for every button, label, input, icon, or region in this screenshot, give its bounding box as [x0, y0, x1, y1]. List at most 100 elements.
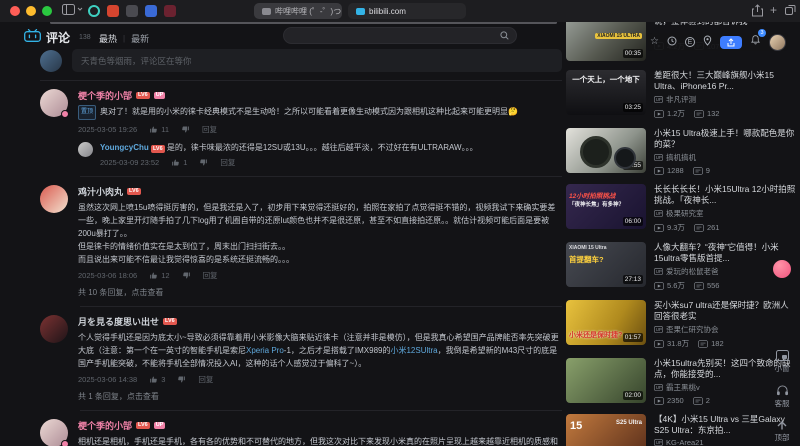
video-thumbnail[interactable]: 00:55 — [566, 128, 646, 173]
like-button[interactable]: 12 — [149, 271, 170, 280]
e-badge-icon[interactable]: E — [684, 37, 695, 47]
avatar[interactable] — [40, 89, 69, 118]
reply-button[interactable]: 回复 — [198, 374, 213, 385]
dislike-button[interactable] — [181, 125, 190, 134]
uploader-icon: UP — [654, 96, 663, 103]
thumbnail-caption: 小米还是保时捷? — [569, 332, 623, 339]
extension-icon-4[interactable] — [145, 5, 157, 17]
browser-tab-inactive[interactable]: 哔哩哔哩 (゜-゜)つロ... — [254, 3, 342, 19]
video-title[interactable]: 说，整体验到的都告诉我 — [654, 22, 796, 27]
video-uploader[interactable]: UP 极果研究室 — [654, 208, 796, 219]
back-to-top-button[interactable]: 顶部 — [775, 420, 790, 443]
uploader-icon: UP — [654, 384, 663, 391]
video-duration: 27:13 — [622, 275, 643, 284]
avatar[interactable] — [78, 142, 93, 157]
notification-bell-icon[interactable]: 3 — [750, 29, 766, 51]
like-button[interactable]: 3 — [149, 375, 165, 384]
search-icon[interactable] — [500, 27, 509, 45]
my-avatar[interactable] — [40, 49, 62, 72]
reply-button[interactable]: 回复 — [202, 124, 217, 135]
mini-player-button[interactable]: 小窗 — [775, 350, 790, 374]
browser-tab-active[interactable]: bilibili.com — [348, 3, 466, 19]
video-thumbnail[interactable]: 首提翻车? XIAOMI 15 Ultra 27:13 — [566, 242, 646, 287]
video-thumbnail[interactable]: 15 S25 Ultra 07:39 — [566, 414, 646, 446]
video-thumbnail[interactable]: 02:00 — [566, 358, 646, 403]
view-more-replies[interactable]: 共 1 条回复，点击查看 — [78, 391, 562, 402]
video-card[interactable]: 首提翻车? XIAOMI 15 Ultra 27:13 人像大翻车？“夜神”它值… — [566, 242, 796, 291]
video-thumbnail[interactable]: 一个天上，一个地下 03:25 — [566, 70, 646, 115]
close-window-button[interactable] — [10, 6, 20, 16]
search-input[interactable] — [283, 27, 517, 44]
reply-button[interactable]: 回复 — [203, 270, 218, 281]
inline-link[interactable]: 小米12SUltra — [390, 346, 437, 355]
vip-badge-icon — [61, 440, 69, 446]
comment-username[interactable]: 鸡汁小肉丸 LV6 — [78, 185, 562, 198]
share-icon[interactable] — [752, 4, 763, 17]
location-pin-icon[interactable] — [703, 35, 712, 49]
reply-username[interactable]: YoungcyChu — [100, 143, 149, 152]
video-card[interactable]: 15 S25 Ultra 07:39 【4K】小米15 Ultra vs 三星G… — [566, 414, 796, 446]
play-count-icon — [654, 339, 664, 348]
like-button[interactable]: 1 — [171, 158, 187, 167]
user-avatar[interactable] — [768, 33, 786, 51]
chevron-down-icon[interactable] — [77, 7, 83, 12]
sidebar-toggle-icon[interactable] — [62, 4, 75, 15]
like-button[interactable]: 11 — [149, 125, 169, 134]
customer-service-button[interactable]: 客服 — [775, 385, 790, 409]
tabs-overview-icon[interactable] — [785, 4, 796, 15]
extension-icon-2[interactable] — [107, 5, 119, 17]
video-title[interactable]: 人像大翻车？“夜神”它值得！小米15ultra零售版首提... — [654, 242, 796, 263]
share-button[interactable] — [719, 35, 742, 49]
danmaku-icon — [698, 339, 709, 348]
video-thumbnail[interactable]: 12小时拍照挑战 「夜神长焦」有多神？ 06:00 — [566, 184, 646, 229]
video-title[interactable]: 差距很大！三大巅峰旗舰小米15 Ultra、iPhone16 Pr... — [654, 70, 796, 91]
video-uploader[interactable]: UP 非凡评测 — [654, 94, 796, 105]
comment-username[interactable]: 梗个季的小郜 LV6 UP — [78, 419, 562, 432]
avatar[interactable] — [40, 419, 69, 446]
video-title[interactable]: 小米15 Ultra极速上手！哪款配色是你的菜？ — [654, 128, 796, 149]
video-title[interactable]: 买小米su7 ultra还是保时捷？欧洲人回答很老实 — [654, 300, 796, 321]
favorite-star-icon[interactable]: ☆ — [650, 37, 659, 47]
video-uploader[interactable]: UP 歪果仁研究协会 — [654, 324, 796, 335]
extension-icon-1[interactable] — [88, 5, 100, 17]
video-card[interactable]: 12小时拍照挑战 「夜神长焦」有多神？ 06:00 长长长长长！小米15Ultr… — [566, 184, 796, 233]
comment-meta: 2025-03-06 18:06 12 回复 — [78, 270, 562, 281]
uploader-icon: UP — [654, 326, 663, 333]
arrow-up-icon — [777, 421, 787, 430]
inline-link[interactable]: Xperia Pro — [246, 346, 284, 355]
history-clock-icon[interactable] — [667, 36, 677, 49]
video-card[interactable]: 00:55 小米15 Ultra极速上手！哪款配色是你的菜？ UP 搞机搞机 1… — [566, 128, 796, 175]
comment-username[interactable]: 梗个季的小郜 LV6 UP — [78, 89, 562, 102]
video-card[interactable]: 02:00 小米15ultra先别买！这四个致命的缺点，你能接受的... UP … — [566, 358, 796, 405]
avatar[interactable] — [40, 315, 68, 343]
float-action-bar: 小窗 客服 顶部 — [767, 350, 797, 443]
dislike-button[interactable] — [199, 158, 208, 167]
zoom-window-button[interactable] — [42, 6, 52, 16]
video-card[interactable]: 小米还是保时捷? 01:57 买小米su7 ultra还是保时捷？欧洲人回答很老… — [566, 300, 796, 349]
bilibili-favicon — [356, 7, 365, 15]
reply-button[interactable]: 回复 — [220, 157, 235, 168]
new-tab-icon[interactable]: + — [770, 3, 777, 17]
dislike-button[interactable] — [177, 375, 186, 384]
extension-icon-3[interactable] — [126, 5, 138, 17]
minimize-window-button[interactable] — [26, 6, 36, 16]
video-thumbnail[interactable]: 小米还是保时捷? 01:57 — [566, 300, 646, 345]
view-more-replies[interactable]: 共 10 条回复，点击查看 — [78, 287, 562, 298]
comment-input[interactable]: 天青色等烟雨，评论区在等你 — [72, 49, 562, 72]
comment-item: 月を見る度思い出せ LV6 个人觉得手机还是因为底太小~导致必须得靠着用小米影像… — [40, 307, 562, 402]
svg-text:UP: UP — [656, 440, 662, 445]
extension-icon-5[interactable] — [164, 5, 176, 17]
comment-meta: 2025-03-05 19:26 11 回复 — [78, 124, 562, 135]
sort-tab-hot[interactable]: 最热 — [99, 32, 117, 45]
video-thumbnail[interactable]: XIAOMI 15 ULTRA 00:35 — [566, 22, 646, 61]
bilibili-logo-icon[interactable] — [24, 28, 41, 47]
promo-float-button[interactable] — [773, 260, 791, 278]
comment-username[interactable]: 月を見る度思い出せ LV6 — [78, 315, 562, 328]
comments-panel: 天青色等烟雨，评论区在等你 梗个季的小郜 LV6 UP 置顶 奥对了！就是用的小米… — [40, 49, 562, 446]
avatar[interactable] — [40, 185, 68, 213]
dislike-button[interactable] — [182, 271, 191, 280]
video-title[interactable]: 长长长长长！小米15Ultra 12小时拍照挑战。「夜神长... — [654, 184, 796, 205]
sort-tab-new[interactable]: 最新 — [131, 32, 149, 45]
video-uploader[interactable]: UP 搞机搞机 — [654, 152, 796, 163]
video-card[interactable]: 一个天上，一个地下 03:25 差距很大！三大巅峰旗舰小米15 Ultra、iP… — [566, 70, 796, 119]
